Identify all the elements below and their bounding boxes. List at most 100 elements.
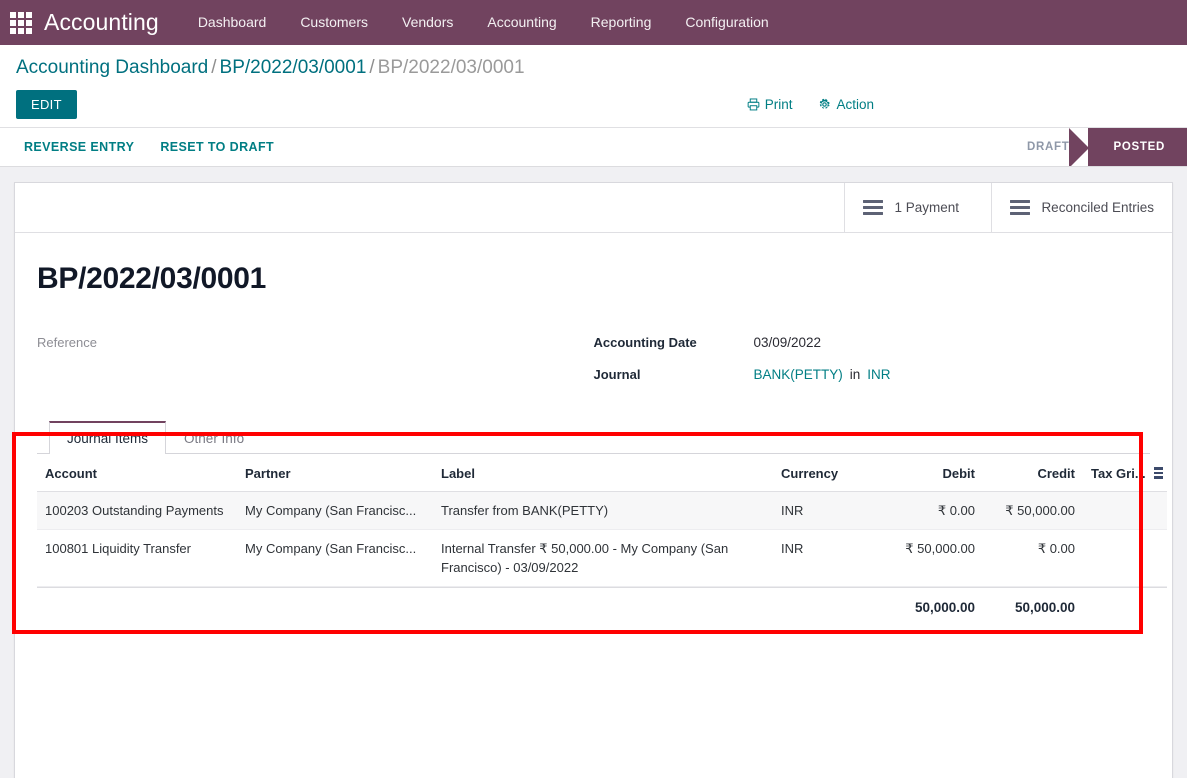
tab-journal-items[interactable]: Journal Items [49, 420, 167, 454]
field-column-left: Reference [37, 335, 594, 399]
print-button[interactable]: Print [747, 96, 793, 112]
cell-account[interactable]: 100801 Liquidity Transfer [37, 529, 237, 587]
cell-tax-grid[interactable] [1083, 491, 1149, 530]
cell-currency[interactable]: INR [773, 529, 883, 587]
journal-items-header: Account Partner Label Currency Debit Cre… [37, 453, 1167, 492]
journal-currency-link[interactable]: INR [867, 367, 890, 382]
control-panel: Accounting Dashboard / BP/2022/03/0001/BP/… [0, 45, 1187, 128]
totals-credit: 50,000.00 [983, 586, 1083, 623]
cell-partner[interactable]: My Company (San Francisc... [237, 529, 433, 587]
journal-value-group: BANK(PETTY) in INR [754, 367, 891, 382]
totals-debit: 50,000.00 [883, 586, 983, 623]
cell-debit[interactable]: ₹ 0.00 [883, 491, 983, 530]
cell-tax-grid[interactable] [1083, 529, 1149, 587]
main-menu: Dashboard Customers Vendors Accounting R… [181, 0, 786, 45]
reverse-entry-button[interactable]: REVERSE ENTRY [14, 134, 144, 160]
cell-currency[interactable]: INR [773, 491, 883, 530]
totals-spacer-options [1149, 586, 1167, 623]
control-panel-actions: EDIT Print Action [16, 87, 1171, 121]
breadcrumb-separator: / [211, 57, 217, 78]
accounting-date-value[interactable]: 03/09/2022 [754, 335, 822, 350]
app-brand-title[interactable]: Accounting [40, 9, 169, 36]
edit-button[interactable]: EDIT [16, 89, 77, 119]
status-bar: REVERSE ENTRY RESET TO DRAFT DRAFT POSTE… [0, 128, 1187, 167]
cell-account[interactable]: 100203 Outstanding Payments [37, 491, 237, 530]
notebook-tabs: Journal Items Other Info [37, 420, 1150, 454]
bars-icon [863, 199, 884, 216]
status-stage-posted[interactable]: POSTED [1068, 128, 1187, 166]
cell-credit-text: ₹ 0.00 [1037, 540, 1075, 556]
journal-in-word: in [849, 366, 861, 382]
cell-credit[interactable]: ₹ 0.00 [983, 529, 1083, 587]
table-row[interactable]: 100801 Liquidity Transfer My Company (Sa… [37, 529, 1167, 587]
apps-grid-icon[interactable] [8, 10, 34, 36]
cell-label[interactable]: Internal Transfer ₹ 50,000.00 - My Compa… [433, 529, 773, 587]
menu-item-dashboard[interactable]: Dashboard [181, 0, 284, 45]
tab-other-info[interactable]: Other Info [166, 421, 262, 454]
field-column-right: Accounting Date 03/09/2022 Journal BANK(… [594, 335, 1151, 399]
totals-spacer-partner [237, 586, 433, 623]
column-header-account[interactable]: Account [37, 453, 237, 492]
cell-row-options [1149, 491, 1167, 530]
menu-item-customers[interactable]: Customers [283, 0, 385, 45]
action-button[interactable]: Action [818, 97, 874, 112]
table-header-row: Account Partner Label Currency Debit Cre… [37, 453, 1167, 492]
smart-button-payments-label: 1 Payment [894, 199, 959, 215]
field-row-accounting-date: Accounting Date 03/09/2022 [594, 335, 1151, 354]
status-stages: DRAFT POSTED [1001, 128, 1187, 166]
journal-items-body: 100203 Outstanding Payments My Company (… [37, 491, 1167, 587]
smart-button-reconciled-entries[interactable]: Reconciled Entries [991, 183, 1172, 232]
printer-icon [747, 97, 760, 110]
column-header-label[interactable]: Label [433, 453, 773, 492]
smart-button-payments[interactable]: 1 Payment [844, 183, 991, 232]
print-label: Print [764, 96, 793, 112]
column-header-currency[interactable]: Currency [773, 453, 883, 492]
cell-debit[interactable]: ₹ 50,000.00 [883, 529, 983, 587]
cell-account-text: 100801 Liquidity Transfer [45, 540, 191, 556]
cell-debit-text: ₹ 0.00 [937, 502, 975, 518]
menu-item-accounting[interactable]: Accounting [470, 0, 573, 45]
journal-label: Journal [593, 366, 641, 382]
breadcrumb-item-dashboard[interactable]: Accounting Dashboard [16, 57, 208, 78]
column-header-credit[interactable]: Credit [983, 453, 1083, 492]
cell-credit-text: ₹ 50,000.00 [1005, 502, 1075, 518]
control-panel-right-actions: Print Action [747, 97, 1171, 112]
cell-debit-text: ₹ 50,000.00 [905, 540, 975, 556]
journal-items-totals: 50,000.00 50,000.00 [37, 586, 1167, 623]
bars-icon [1010, 199, 1031, 216]
cell-label[interactable]: Transfer from BANK(PETTY) [433, 491, 773, 530]
reset-to-draft-button[interactable]: RESET TO DRAFT [150, 134, 284, 160]
field-row-reference: Reference [37, 335, 574, 354]
menu-item-configuration[interactable]: Configuration [668, 0, 785, 45]
top-navbar: Accounting Dashboard Customers Vendors A… [0, 0, 1187, 45]
table-row[interactable]: 100203 Outstanding Payments My Company (… [37, 491, 1167, 530]
menu-item-reporting[interactable]: Reporting [574, 0, 669, 45]
cell-partner-text: My Company (San Francisc... [245, 540, 417, 556]
field-row-journal: Journal BANK(PETTY) in INR [594, 367, 1151, 386]
breadcrumb-item-record-list[interactable]: BP/2022/03/0001 [220, 57, 367, 78]
totals-spacer-tax-grid [1083, 586, 1149, 623]
form-sheet: 1 Payment Reconciled Entries BP/2022/03/… [14, 182, 1173, 778]
journal-value-link[interactable]: BANK(PETTY) [754, 367, 843, 382]
action-label: Action [836, 96, 874, 112]
column-header-debit[interactable]: Debit [883, 453, 983, 492]
menu-item-vendors[interactable]: Vendors [385, 0, 470, 45]
column-header-partner[interactable]: Partner [237, 453, 433, 492]
cell-label-text: Transfer from BANK(PETTY) [441, 502, 609, 518]
smart-button-row: 1 Payment Reconciled Entries [15, 183, 1172, 233]
cell-currency-text: INR [781, 540, 804, 556]
cell-currency-text: INR [781, 502, 804, 518]
cell-account-text: 100203 Outstanding Payments [45, 502, 224, 518]
cell-partner[interactable]: My Company (San Francisc... [237, 491, 433, 530]
gear-icon [820, 98, 831, 109]
column-options-toggle[interactable] [1149, 453, 1167, 492]
reference-label: Reference [37, 334, 97, 350]
page-title: BP/2022/03/0001 [37, 262, 267, 295]
breadcrumb-item-current: BP/2022/03/0001 [377, 57, 525, 78]
field-grid: Reference Accounting Date 03/09/2022 Jou… [37, 335, 1150, 399]
column-header-tax-grids[interactable]: Tax Gri... [1083, 453, 1149, 492]
notebook: Journal Items Other Info Account Partner… [37, 420, 1167, 587]
cell-credit[interactable]: ₹ 50,000.00 [983, 491, 1083, 530]
accounting-date-label: Accounting Date [593, 334, 697, 350]
cell-partner-text: My Company (San Francisc... [245, 502, 417, 518]
